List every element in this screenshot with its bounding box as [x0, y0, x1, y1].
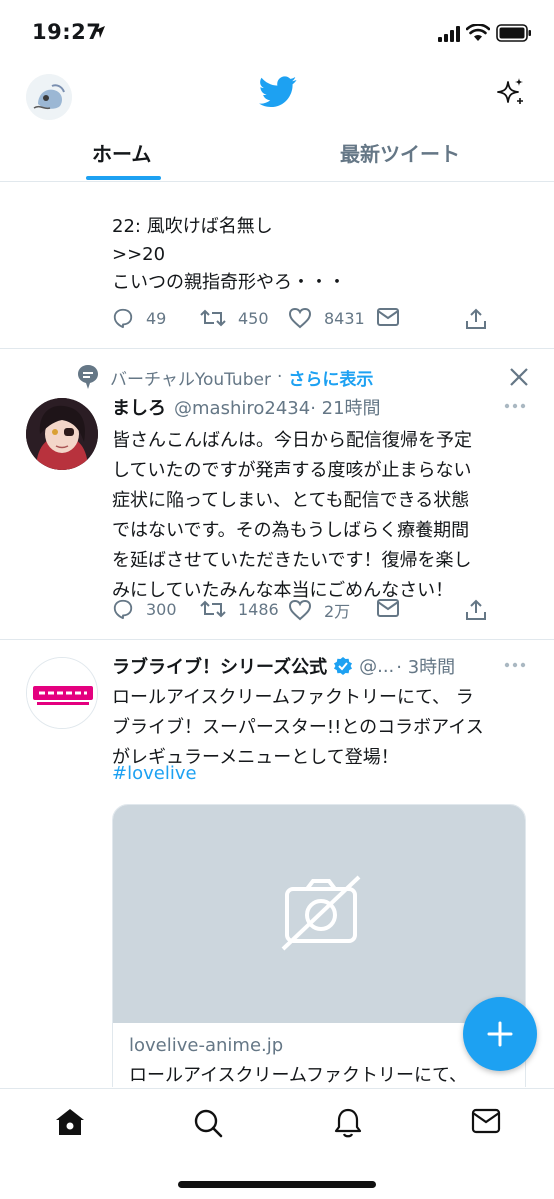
active-tab-indicator: [86, 176, 161, 180]
twitter-bird-icon: [259, 76, 297, 108]
home-icon[interactable]: [54, 1107, 86, 1137]
display-name[interactable]: ましろ: [112, 394, 166, 420]
topic-separator: ·: [276, 367, 283, 387]
show-more-link[interactable]: さらに表示: [288, 365, 373, 390]
retweet-count: 1486: [238, 599, 279, 619]
reply-icon: [113, 308, 133, 329]
wifi-icon: [466, 24, 490, 41]
tweet-time: · 21時間: [310, 398, 381, 419]
retweet-count: 450: [238, 308, 269, 328]
search-icon[interactable]: [192, 1107, 224, 1139]
share-button[interactable]: [464, 307, 488, 331]
avatar[interactable]: [26, 398, 98, 470]
more-options-icon[interactable]: [504, 402, 526, 410]
share-dm-button[interactable]: [376, 307, 400, 327]
share-dm-button[interactable]: [376, 598, 400, 618]
tweet-time: · 3時間: [396, 657, 456, 678]
verified-badge-icon: [334, 657, 353, 675]
plus-icon: [487, 1021, 513, 1047]
more-options-icon[interactable]: [504, 661, 526, 669]
tweet-actions: 300 1486 2万: [112, 598, 492, 626]
card-domain: lovelive-anime.jp: [129, 1035, 284, 1056]
location-arrow-icon: [93, 26, 105, 38]
mail-icon: [377, 308, 399, 326]
retweet-button[interactable]: 450: [200, 307, 269, 329]
status-time: 19:27: [32, 20, 102, 44]
hashtag-link[interactable]: #lovelive: [112, 763, 197, 784]
share-icon: [466, 599, 486, 620]
like-button[interactable]: 2万: [288, 598, 350, 622]
compose-tweet-button[interactable]: [463, 997, 537, 1071]
reply-count: 49: [146, 308, 167, 328]
like-button[interactable]: 8431: [288, 307, 365, 329]
notifications-icon[interactable]: [332, 1107, 364, 1139]
sparkle-icon[interactable]: [494, 76, 526, 108]
topic-context: バーチャルYouTuber · さらに表示: [76, 364, 373, 390]
profile-avatar[interactable]: [26, 74, 72, 120]
retweet-icon: [200, 309, 226, 327]
tweet-header: ましろ @mashiro2434 · 21時間: [112, 394, 381, 420]
avatar[interactable]: [26, 657, 98, 729]
image-unavailable-icon: [281, 875, 361, 951]
heart-icon: [288, 599, 312, 621]
tweet-text: 皆さんこんばんは。今日から配信復帰を予定 していたのですが発声する度咳が止まらな…: [112, 430, 472, 601]
reply-count: 300: [146, 599, 177, 619]
tweet-text: 22: 風吹けば名無し >>20 こいつの親指奇形やろ・・・: [112, 216, 346, 293]
reply-button[interactable]: 300: [112, 598, 177, 620]
share-button[interactable]: [464, 598, 488, 622]
home-indicator: [178, 1181, 376, 1188]
retweet-button[interactable]: 1486: [200, 598, 279, 620]
share-icon: [466, 308, 486, 329]
top-bar: [0, 66, 554, 126]
tab-home[interactable]: ホーム: [92, 138, 151, 167]
close-icon[interactable]: [508, 366, 530, 388]
user-handle: @...: [359, 655, 395, 677]
timeline-tabs: ホーム 最新ツイート: [0, 126, 554, 182]
card-image-placeholder: [113, 805, 525, 1023]
topic-name: バーチャルYouTuber: [110, 369, 271, 390]
like-count: 8431: [324, 308, 365, 328]
card-title: ロールアイスクリームファクトリーにて、: [129, 1065, 468, 1086]
like-count: 2万: [324, 602, 351, 621]
tweet-header: ラブライブ！シリーズ公式 @... · 3時間: [112, 653, 455, 679]
mail-icon: [377, 599, 399, 617]
retweet-icon: [200, 600, 226, 618]
tweet-card[interactable]: バーチャルYouTuber · さらに表示 ましろ @mashiro2434 ·…: [0, 350, 554, 640]
topic-icon: [78, 365, 98, 389]
display-name[interactable]: ラブライブ！シリーズ公式: [112, 653, 327, 679]
reply-button[interactable]: 49: [112, 307, 166, 329]
tweet-card[interactable]: 22: 風吹けば名無し >>20 こいつの親指奇形やろ・・・ 49 450 84…: [0, 183, 554, 349]
status-bar: 19:27: [0, 0, 554, 66]
battery-icon: [496, 24, 531, 42]
user-handle: @mashiro2434: [174, 398, 311, 419]
messages-icon[interactable]: [470, 1107, 502, 1135]
signal-icon: [438, 26, 460, 42]
tab-latest-tweets[interactable]: 最新ツイート: [340, 138, 460, 167]
tweet-actions: 49 450 8431: [112, 307, 492, 335]
tweet-text: ロールアイスクリームファクトリーにて、 ラ ブライブ！スーパースター!!とのコラ…: [112, 687, 484, 768]
reply-icon: [113, 599, 133, 620]
heart-icon: [288, 307, 312, 329]
